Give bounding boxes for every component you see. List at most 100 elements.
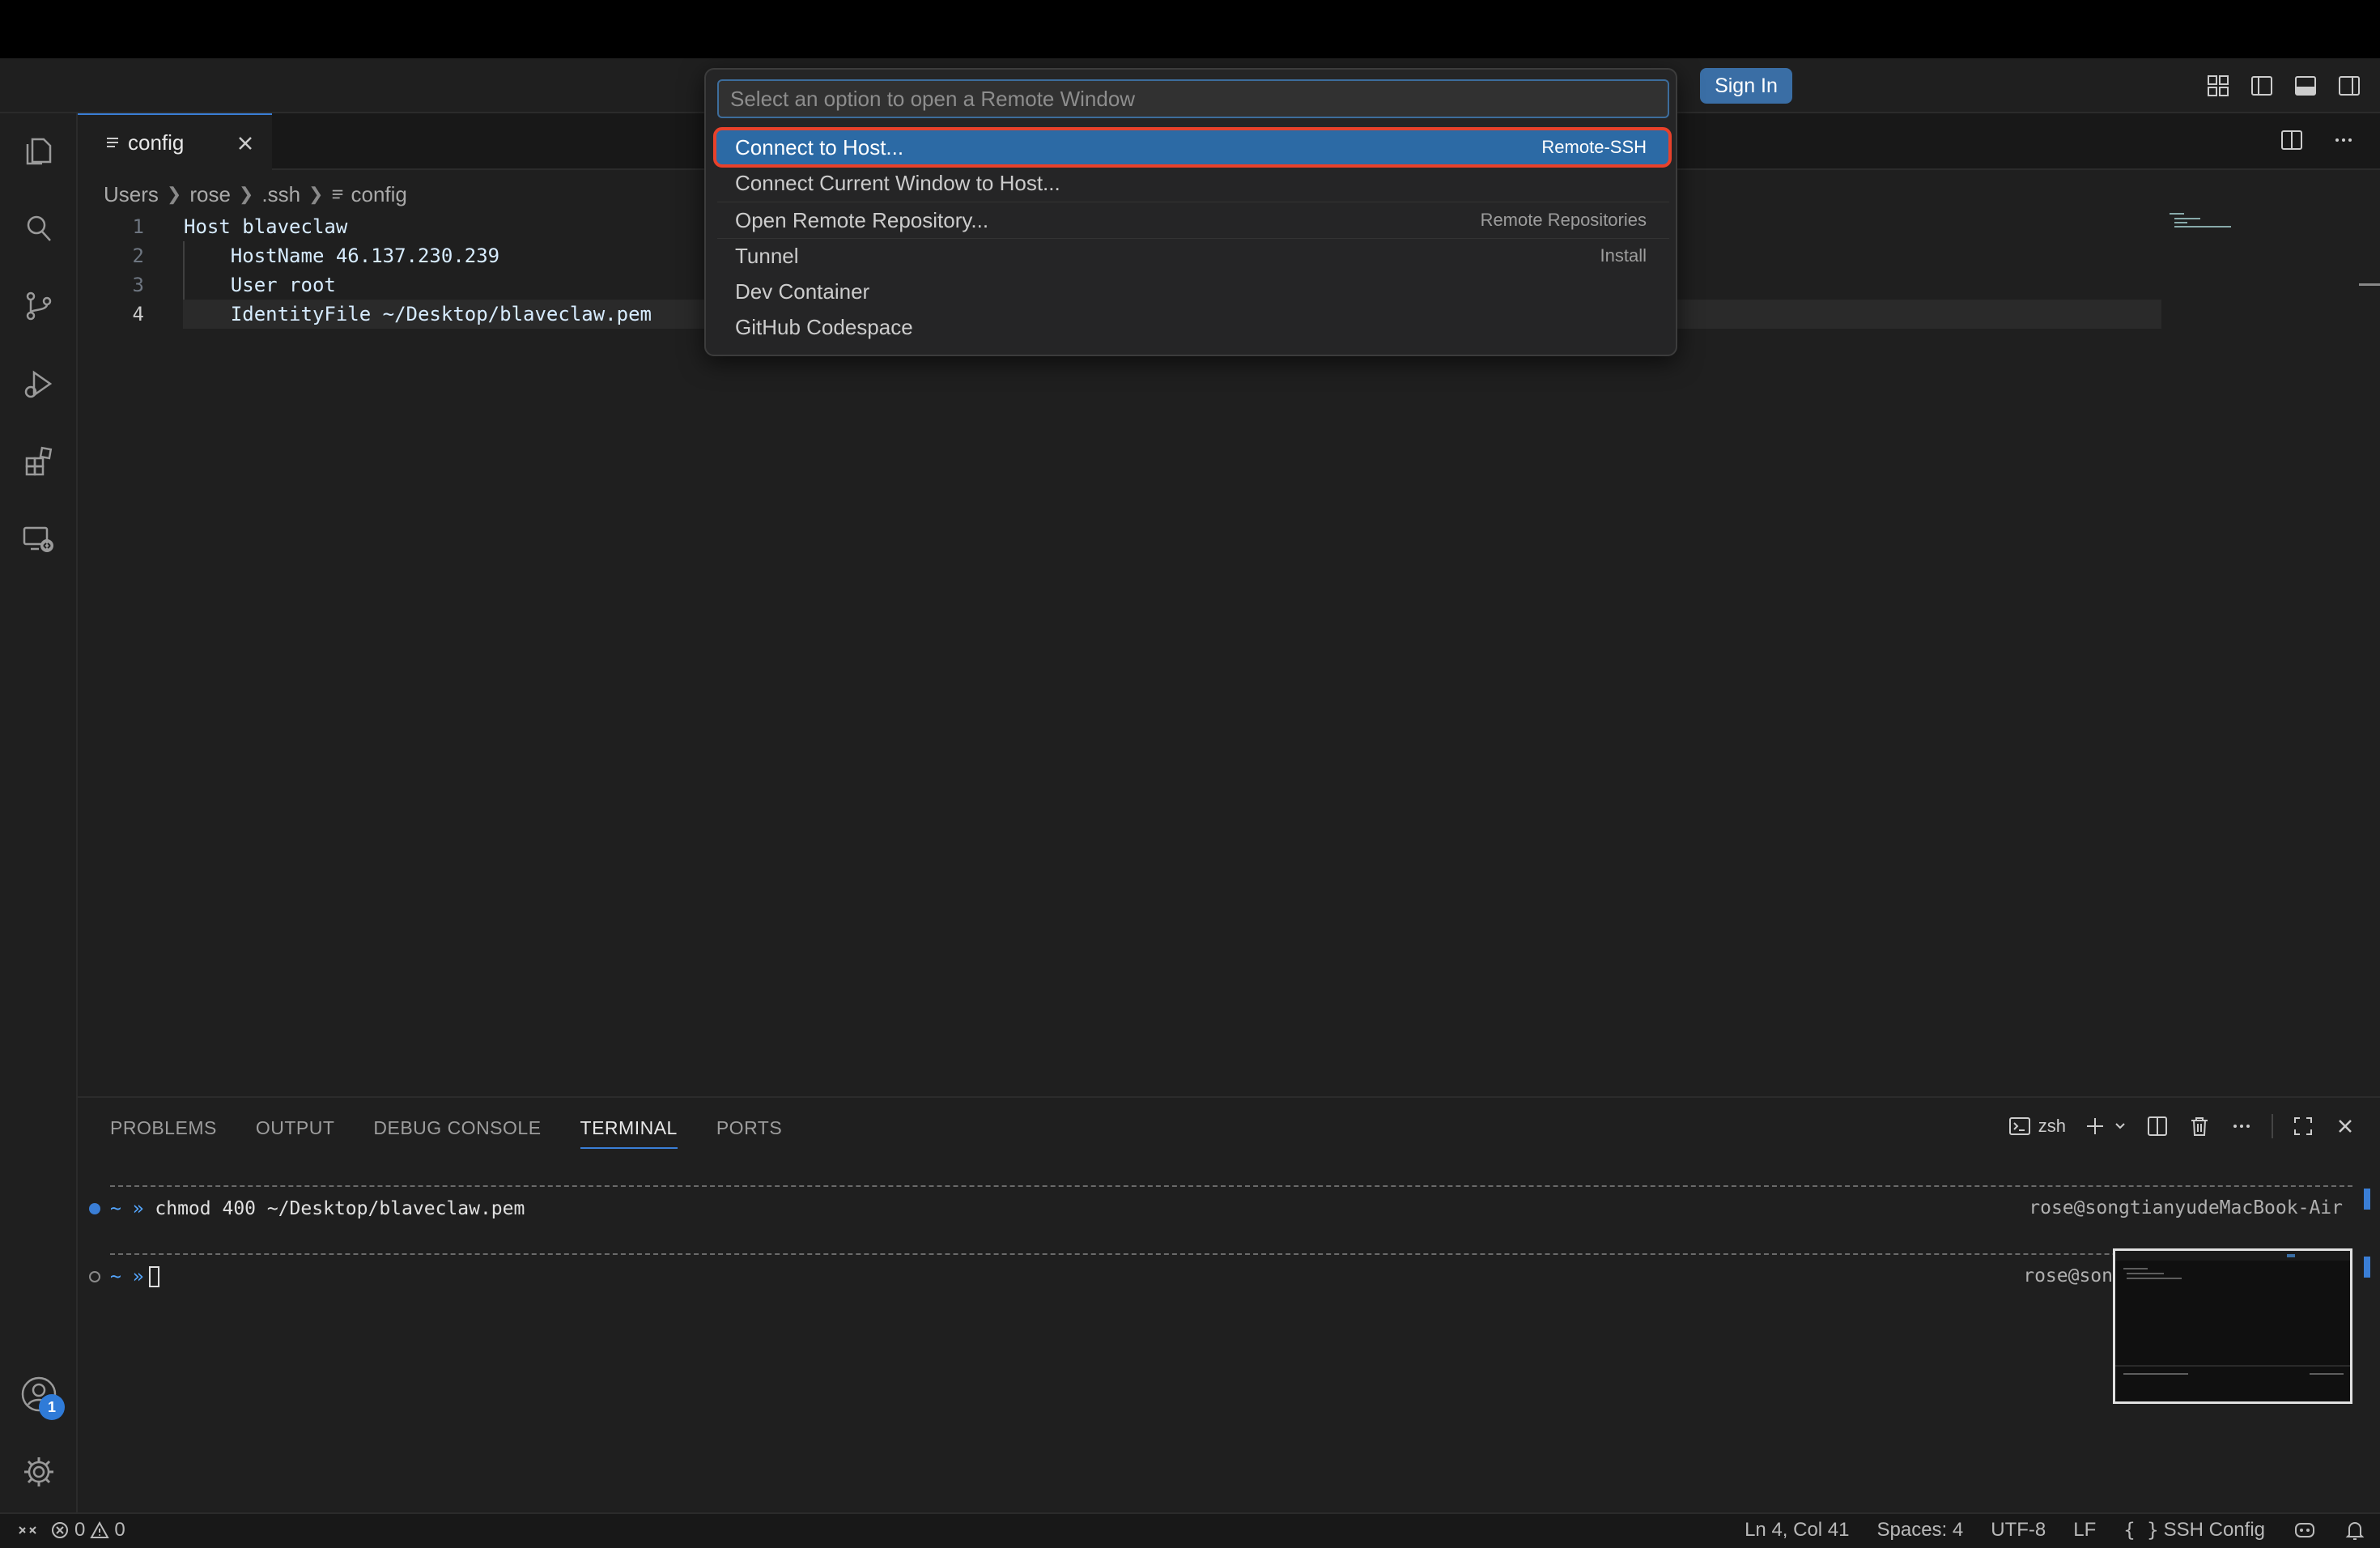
manage-gear-icon[interactable] xyxy=(19,1452,58,1491)
divider xyxy=(2272,1114,2273,1138)
code-text: HostName 46.137.230.239 xyxy=(184,245,500,267)
chevron-down-icon[interactable] xyxy=(2113,1119,2127,1133)
status-bar: 0 0 Ln 4, Col 41 Spaces: 4 UTF-8 LF { } … xyxy=(0,1512,2380,1548)
remote-indicator-icon[interactable] xyxy=(16,1519,39,1542)
breadcrumb-rose[interactable]: rose xyxy=(189,182,231,207)
status-bar-left: 0 0 xyxy=(16,1519,125,1542)
toggle-panel-icon[interactable] xyxy=(2291,71,2320,100)
status-bar-right: Ln 4, Col 41 Spaces: 4 UTF-8 LF { } SSH … xyxy=(1745,1519,2365,1542)
tab-terminal[interactable]: TERMINAL xyxy=(580,1117,678,1149)
command-pending-dot xyxy=(89,1271,100,1282)
toggle-secondary-sidebar-icon[interactable] xyxy=(2335,71,2364,100)
more-actions-icon[interactable] xyxy=(2331,128,2356,152)
terminal-line-prompt[interactable]: ~ » xyxy=(89,1263,159,1291)
run-debug-icon[interactable] xyxy=(19,364,58,403)
quick-pick-item-dev-container[interactable]: Dev Container xyxy=(716,274,1669,309)
quick-pick-item-open-remote-repository[interactable]: Open Remote Repository... Remote Reposit… xyxy=(716,202,1669,238)
item-description: Remote-SSH xyxy=(1541,137,1647,157)
tab-label: config xyxy=(128,130,185,155)
encoding[interactable]: UTF-8 xyxy=(1991,1519,2046,1542)
indentation[interactable]: Spaces: 4 xyxy=(1877,1519,1964,1542)
sign-in-button[interactable]: Sign In xyxy=(1700,68,1792,104)
scrollbar-indicator xyxy=(2359,283,2380,286)
source-control-icon[interactable] xyxy=(19,287,58,325)
breadcrumb-users[interactable]: Users xyxy=(104,182,159,207)
quick-pick-input[interactable] xyxy=(717,79,1669,118)
problems-status[interactable]: 0 0 xyxy=(50,1519,125,1542)
cursor-position[interactable]: Ln 4, Col 41 xyxy=(1745,1519,1849,1542)
code-text: User root xyxy=(184,274,336,296)
activity-bar xyxy=(0,113,78,1512)
terminal-cursor xyxy=(148,1266,159,1287)
tab-output[interactable]: OUTPUT xyxy=(256,1117,335,1149)
terminal-separator xyxy=(110,1253,2352,1255)
command-success-dot[interactable] xyxy=(89,1203,100,1214)
item-label: Connect Current Window to Host... xyxy=(735,170,1060,195)
line-number: 1 xyxy=(132,215,144,238)
warning-count: 0 xyxy=(114,1519,125,1541)
accounts-badge: 1 xyxy=(39,1394,65,1420)
remote-explorer-icon[interactable] xyxy=(19,520,58,559)
terminal-prompt: ~ » xyxy=(110,1198,144,1219)
chevron-right-icon: ❯ xyxy=(238,184,254,204)
breadcrumb-config[interactable]: config xyxy=(351,182,406,207)
trash-icon[interactable] xyxy=(2187,1114,2212,1138)
quick-pick-item-github-codespace[interactable]: GitHub Codespace xyxy=(716,309,1669,345)
extensions-icon[interactable] xyxy=(19,442,58,481)
minimap[interactable] xyxy=(2165,209,2238,233)
quick-pick-item-connect-current-window[interactable]: Connect Current Window to Host... xyxy=(716,165,1669,201)
toggle-primary-sidebar-icon[interactable] xyxy=(2247,71,2276,100)
language-mode[interactable]: { } SSH Config xyxy=(2123,1519,2265,1542)
split-editor-icon[interactable] xyxy=(2280,128,2304,152)
bell-icon[interactable] xyxy=(2344,1519,2365,1542)
tab-ports[interactable]: PORTS xyxy=(716,1117,782,1149)
tab-config[interactable]: config xyxy=(78,113,272,170)
plus-icon xyxy=(2084,1115,2106,1138)
bottom-panel: PROBLEMS OUTPUT DEBUG CONSOLE TERMINAL P… xyxy=(78,1096,2380,1512)
chevron-right-icon: ❯ xyxy=(166,184,182,204)
terminal-shell-selector[interactable]: zsh xyxy=(2008,1114,2066,1138)
file-lines-icon xyxy=(105,135,120,150)
line-number: 2 xyxy=(132,245,144,267)
terminal-prompt: ~ » xyxy=(110,1266,144,1287)
explorer-icon[interactable] xyxy=(19,131,58,170)
close-panel-icon[interactable] xyxy=(2333,1114,2357,1138)
quick-pick-item-tunnel[interactable]: Tunnel Install xyxy=(716,238,1669,274)
more-actions-icon[interactable] xyxy=(2229,1114,2254,1138)
item-description: Install xyxy=(1600,245,1647,266)
item-label: Tunnel xyxy=(735,243,799,268)
remote-window-quick-pick: Connect to Host... Remote-SSH Connect Cu… xyxy=(704,68,1677,356)
panel-tabs: PROBLEMS OUTPUT DEBUG CONSOLE TERMINAL P… xyxy=(110,1117,782,1149)
customize-layout-icon[interactable] xyxy=(2204,71,2233,100)
new-terminal-button[interactable] xyxy=(2084,1115,2127,1138)
item-label: Dev Container xyxy=(735,279,870,304)
terminal-scrollbar[interactable] xyxy=(2364,1257,2370,1278)
terminal-line-command[interactable]: ~ » chmod 400 ~/Desktop/blaveclaw.pem xyxy=(89,1195,525,1223)
error-count: 0 xyxy=(74,1519,86,1541)
close-icon[interactable] xyxy=(233,131,257,155)
item-label: GitHub Codespace xyxy=(735,314,913,339)
code-text: Host blaveclaw xyxy=(184,215,348,238)
end-of-line[interactable]: LF xyxy=(2073,1519,2096,1542)
top-black-bar xyxy=(0,0,2380,58)
tab-debug-console[interactable]: DEBUG CONSOLE xyxy=(373,1117,541,1149)
panel-actions: zsh xyxy=(2008,1114,2357,1138)
copilot-icon[interactable] xyxy=(2293,1519,2317,1542)
editor-actions xyxy=(2280,128,2356,152)
quick-pick-item-connect-to-host[interactable]: Connect to Host... Remote-SSH xyxy=(713,127,1672,168)
maximize-panel-icon[interactable] xyxy=(2291,1114,2315,1138)
tab-problems[interactable]: PROBLEMS xyxy=(110,1117,217,1149)
split-terminal-icon[interactable] xyxy=(2145,1114,2170,1138)
layout-controls xyxy=(2204,71,2364,100)
search-icon[interactable] xyxy=(19,209,58,248)
error-icon xyxy=(50,1520,70,1540)
item-label: Open Remote Repository... xyxy=(735,207,989,232)
window-thumbnail xyxy=(2113,1248,2352,1404)
terminal-scrollbar[interactable] xyxy=(2364,1189,2370,1210)
breadcrumb-ssh[interactable]: .ssh xyxy=(261,182,300,207)
terminal-icon xyxy=(2008,1114,2032,1138)
line-number: 3 xyxy=(132,274,144,296)
terminal-right-prompt: rose@son xyxy=(2023,1265,2113,1286)
warning-icon xyxy=(90,1520,110,1540)
language-label: SSH Config xyxy=(2163,1519,2265,1541)
